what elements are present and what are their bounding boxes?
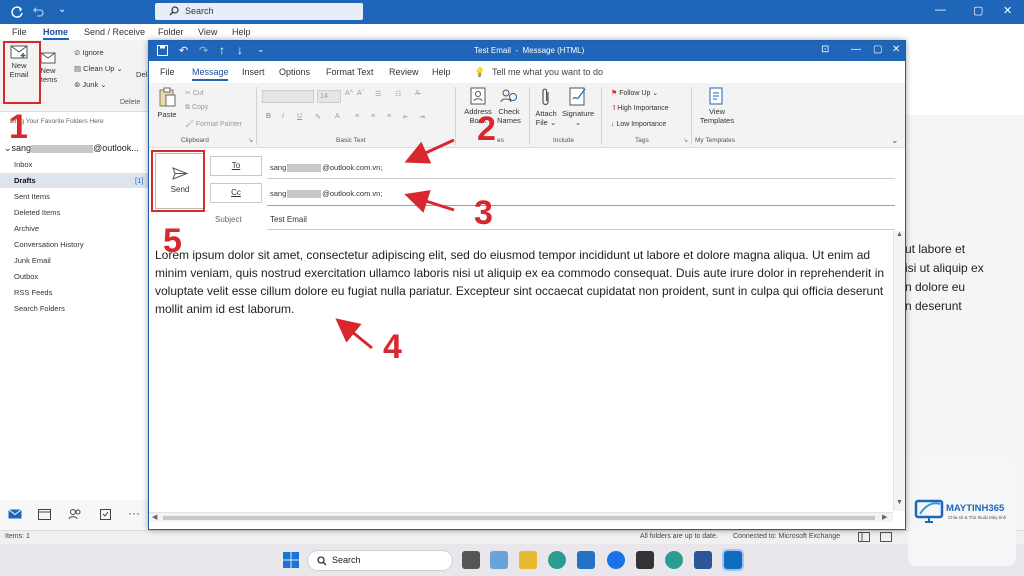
annotation-arrow-2 xyxy=(404,138,455,164)
annotation-arrows xyxy=(335,138,455,350)
annotation-arrow-3 xyxy=(404,190,455,213)
annotation-arrow-4 xyxy=(335,318,373,350)
